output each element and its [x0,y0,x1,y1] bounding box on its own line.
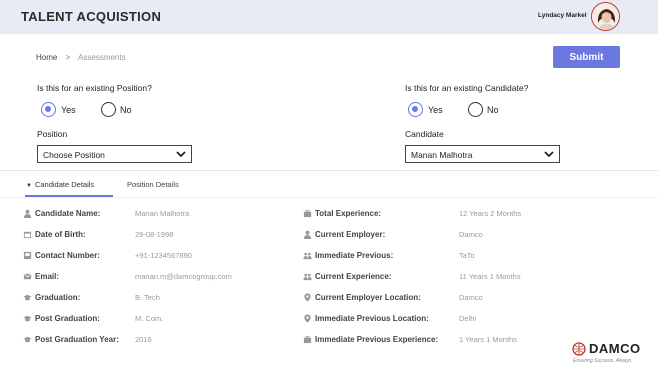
breadcrumb-home[interactable]: Home [36,53,57,62]
detail-label-text: Post Graduation: [35,313,100,323]
detail-value: manan.m@damcogroup.com [135,272,232,281]
location-pin-icon [302,313,312,323]
detail-label: Immediate Previous Location: [302,313,429,323]
logo-name: DAMCO [589,341,641,356]
detail-label: Post Graduation Year: [22,334,119,344]
detail-value: 29-08-1998 [135,230,174,239]
caret-down-icon: ▼ [26,183,32,189]
detail-value: TaTo [459,251,475,260]
detail-label: Current Employer Location: [302,292,421,302]
candidate-field-label: Candidate [405,129,444,139]
detail-label: Post Graduation: [22,313,100,323]
tab-candidate-details-label: Candidate Details [34,180,95,189]
detail-value: B. Tech [135,293,160,302]
breadcrumb: Home > Assessments [36,53,126,62]
user-name[interactable]: Lyndacy Markel [538,12,587,19]
detail-label: Graduation: [22,292,80,302]
detail-label: Date of Birth: [22,229,86,239]
group-icon [302,250,312,260]
breadcrumb-separator: > [65,53,71,62]
position-yes-label[interactable]: Yes [61,105,76,115]
detail-value: Manan Malhotra [135,209,190,218]
avatar[interactable] [591,2,620,31]
detail-value: +91-1234567890 [135,251,192,260]
graduation-cap-icon [22,292,32,302]
location-pin-icon [302,292,312,302]
detail-label: Immediate Previous Experience: [302,334,438,344]
graduation-cap-icon [22,334,32,344]
app-title: TALENT ACQUISTION [21,9,162,24]
detail-value: 1 Years 1 Months [459,335,517,344]
position-select[interactable]: Choose Position [37,145,192,163]
candidate-select-value: Manan Malhotra [411,150,473,160]
detail-label-text: Immediate Previous: [315,250,394,260]
detail-label-text: Contact Number: [35,250,100,260]
detail-label: Candidate Name: [22,208,100,218]
detail-label-text: Current Employer Location: [315,292,421,302]
candidate-yes-radio[interactable] [408,102,423,117]
candidate-yes-label[interactable]: Yes [428,105,443,115]
candidate-no-radio[interactable] [468,102,483,117]
detail-label: Email: [22,271,59,281]
detail-label-text: Immediate Previous Experience: [315,334,439,344]
existing-position-question: Is this for an existing Position? [37,83,152,93]
detail-label-text: Post Graduation Year: [35,334,119,344]
tabs-divider [0,197,658,198]
detail-value: 2016 [135,335,152,344]
briefcase-icon [302,208,312,218]
logo-tagline: Ensuring Success. Always [573,358,632,364]
detail-label-text: Email: [35,271,60,281]
position-yes-radio[interactable] [41,102,56,117]
detail-label: Current Experience: [302,271,391,281]
submit-button[interactable]: Submit [553,46,620,68]
detail-value: Delhi [459,314,477,323]
person-icon [302,229,312,239]
mail-icon [22,271,32,281]
tab-position-details[interactable]: Position Details [127,180,179,189]
candidate-select[interactable]: Manan Malhotra [405,145,560,163]
detail-label: Current Employer: [302,229,385,239]
candidate-no-label[interactable]: No [487,105,499,115]
detail-value: M. Com. [135,314,164,323]
detail-label-text: Current Employer: [315,229,386,239]
chevron-down-icon [176,151,186,158]
existing-candidate-question: Is this for an existing Candidate? [405,83,529,93]
detail-label: Immediate Previous: [302,250,393,260]
position-no-label[interactable]: No [120,105,132,115]
group-icon [302,271,312,281]
person-icon [22,208,32,218]
detail-label-text: Date of Birth: [35,229,86,239]
phone-icon [22,250,32,260]
calendar-icon [22,229,32,239]
detail-label-text: Graduation: [35,292,81,302]
detail-label-text: Immediate Previous Location: [315,313,429,323]
detail-value: Damco [459,293,483,302]
position-select-value: Choose Position [43,150,105,160]
chevron-down-icon [544,151,554,158]
detail-label-text: Candidate Name: [35,208,101,218]
graduation-cap-icon [22,313,32,323]
detail-value: Damco [459,230,483,239]
detail-label: Total Experience: [302,208,381,218]
detail-label-text: Total Experience: [315,208,382,218]
position-no-radio[interactable] [101,102,116,117]
section-divider [0,170,658,171]
position-field-label: Position [37,129,68,139]
detail-value: 12 Years 2 Months [459,209,522,218]
detail-label-text: Current Experience: [315,271,392,281]
briefcase-icon [302,334,312,344]
detail-label: Contact Number: [22,250,100,260]
tab-candidate-details[interactable]: ▼ Candidate Details [26,180,94,189]
breadcrumb-current: Assessments [78,53,126,62]
detail-value: 11 Years 1 Months [459,272,521,281]
